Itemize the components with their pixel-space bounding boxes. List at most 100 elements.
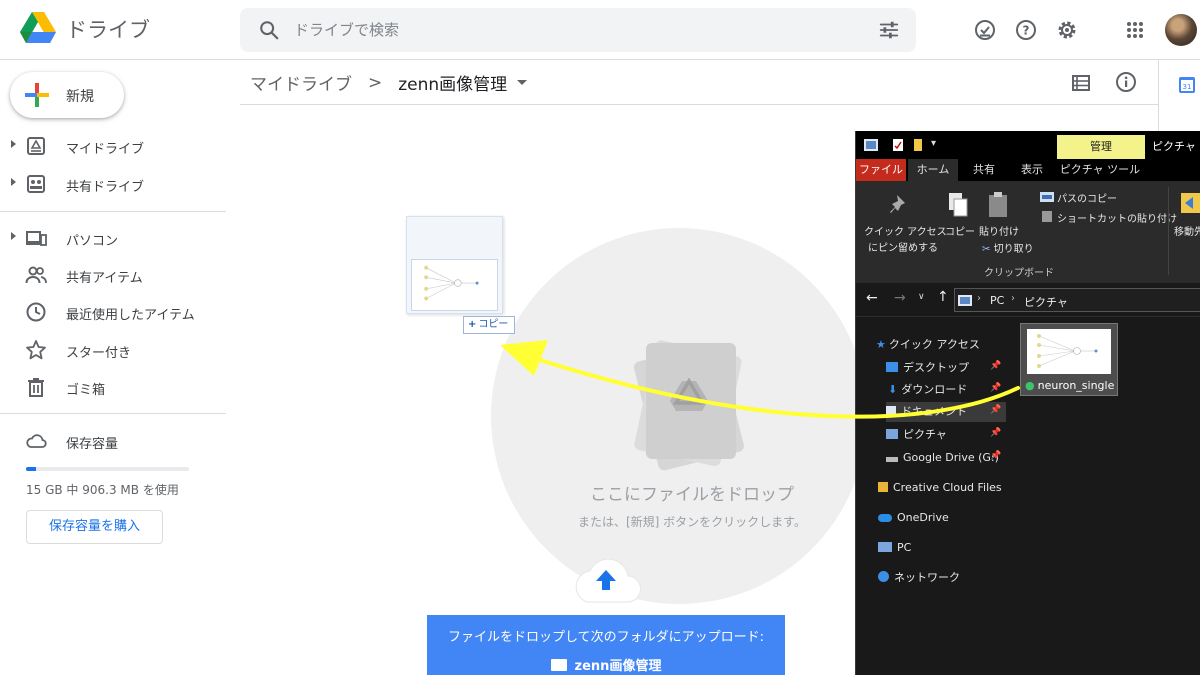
svg-text:?: ? <box>1023 24 1030 38</box>
calendar-icon[interactable]: 31 <box>1178 76 1196 94</box>
info-icon[interactable] <box>1115 71 1137 93</box>
storage-progress-bar <box>26 467 189 471</box>
forward-arrow-icon[interactable]: → <box>894 290 906 306</box>
copy-path-icon <box>1040 192 1054 202</box>
search-input[interactable] <box>294 8 854 52</box>
nav-google-drive[interactable]: Google Drive (G:) <box>886 448 999 468</box>
download-arrow-icon: ⬇ <box>888 383 898 396</box>
network-icon <box>878 571 889 582</box>
address-bar[interactable]: › PC › ピクチャ <box>954 288 1200 312</box>
ribbon-cut[interactable]: ✂ 切り取り <box>982 240 1034 255</box>
expand-arrow-icon[interactable] <box>11 178 16 186</box>
sidebar-item-storage[interactable]: 保存容量 <box>0 426 226 456</box>
list-view-icon[interactable] <box>1070 72 1092 94</box>
top-bar: ドライブ ? <box>0 0 1200 60</box>
scissors-icon: ✂ <box>982 244 991 255</box>
offline-ready-icon[interactable] <box>973 18 997 42</box>
sidebar-item-shared-with-me[interactable]: 共有アイテム <box>0 260 226 290</box>
recent-locations-dropdown-icon[interactable]: ∨ <box>918 292 925 302</box>
new-folder-icon[interactable] <box>912 138 924 152</box>
documents-icon <box>886 406 896 416</box>
ribbon-copy-label[interactable]: コピー <box>945 223 975 238</box>
account-avatar[interactable] <box>1165 14 1197 46</box>
svg-text:31: 31 <box>1183 83 1192 91</box>
buy-storage-button[interactable]: 保存容量を購入 <box>26 510 163 544</box>
sidebar-item-recent[interactable]: 最近使用したアイテム <box>0 297 226 327</box>
desktop-icon <box>886 362 898 372</box>
app-title: ドライブ <box>66 18 150 42</box>
nav-pictures[interactable]: ピクチャ <box>886 425 947 445</box>
ribbon-pin-label-2[interactable]: にピン留めする <box>868 239 938 254</box>
shared-drives-icon <box>27 175 45 193</box>
dropzone-subtitle: または、[新規] ボタンをクリックします。 <box>578 515 806 529</box>
star-icon: ★ <box>876 338 886 351</box>
search-icon[interactable] <box>258 19 280 41</box>
path-segment-pc[interactable]: PC <box>990 294 1004 307</box>
search-bar[interactable] <box>240 8 916 52</box>
nav-creative-cloud[interactable]: Creative Cloud Files <box>878 478 1002 498</box>
new-button-label: 新規 <box>66 89 94 105</box>
nav-desktop-label: デスクトップ <box>903 361 969 374</box>
paste-shortcut-icon <box>1042 211 1052 222</box>
sidebar-item-my-drive[interactable]: マイドライブ <box>0 131 226 161</box>
sidebar-item-label: 最近使用したアイテム <box>66 308 195 323</box>
nav-documents[interactable]: ドキュメント <box>886 402 1006 422</box>
nav-desktop[interactable]: デスクトップ <box>886 358 969 378</box>
copy-icon[interactable] <box>947 191 969 219</box>
sync-check-icon: ● <box>1025 379 1035 392</box>
expand-arrow-icon[interactable] <box>11 140 16 148</box>
new-button[interactable]: 新規 <box>10 72 124 118</box>
ribbon-paste-label[interactable]: 貼り付け <box>979 223 1019 238</box>
drive-logo-icon[interactable] <box>20 12 56 44</box>
breadcrumb-current[interactable]: zenn画像管理 <box>398 70 507 95</box>
nav-quick-access[interactable]: ★ クイック アクセス <box>876 335 980 355</box>
contextual-tab-manage[interactable]: 管理 <box>1057 135 1145 159</box>
sidebar-item-starred[interactable]: スター付き <box>0 335 226 365</box>
file-item-selected[interactable]: ● neuron_single <box>1020 323 1118 396</box>
properties-icon[interactable] <box>892 138 904 152</box>
sidebar-item-label: パソコン <box>66 234 119 249</box>
nav-downloads[interactable]: ⬇ ダウンロード <box>888 380 967 400</box>
tab-share[interactable]: 共有 <box>960 159 1008 181</box>
ribbon-paste-shortcut-label[interactable]: ショートカットの貼り付け <box>1057 210 1177 225</box>
folder-menu-dropdown-icon[interactable] <box>517 80 528 85</box>
breadcrumb-separator: > <box>368 72 383 93</box>
explorer-ribbon: クイック アクセス にピン留めする コピー 貼り付け ✂ 切り取り パスのコピー… <box>856 181 1200 283</box>
path-segment-pictures[interactable]: ピクチャ <box>1024 294 1068 310</box>
settings-gear-icon[interactable] <box>1055 18 1079 42</box>
nav-pc[interactable]: PC <box>878 538 911 558</box>
sidebar-item-computers[interactable]: パソコン <box>0 223 226 253</box>
tab-file[interactable]: ファイル <box>856 159 906 181</box>
expand-arrow-icon[interactable] <box>11 232 16 240</box>
paste-icon[interactable] <box>987 191 1009 219</box>
ribbon-copy-path-label[interactable]: パスのコピー <box>1057 190 1117 205</box>
apps-grid-icon[interactable] <box>1123 18 1147 42</box>
breadcrumb-root[interactable]: マイドライブ <box>250 70 352 95</box>
pin-icon[interactable] <box>889 193 911 217</box>
ribbon-move-label[interactable]: 移動先 <box>1174 223 1200 238</box>
sidebar-item-label: ゴミ箱 <box>66 383 106 398</box>
nav-onedrive[interactable]: OneDrive <box>878 508 949 528</box>
move-to-folder-icon[interactable] <box>1181 191 1200 215</box>
quick-access-toolbar-dropdown-icon[interactable]: ▾ <box>931 138 936 149</box>
nav-creative-cloud-label: Creative Cloud Files <box>893 481 1002 494</box>
ribbon-pin-label-1[interactable]: クイック アクセス <box>864 223 947 238</box>
drive-disk-icon <box>886 457 898 462</box>
tab-picture-tools[interactable]: ピクチャ ツール <box>1056 159 1144 181</box>
back-arrow-icon[interactable]: ← <box>866 290 878 306</box>
sidebar-item-shared-drives[interactable]: 共有ドライブ <box>0 169 226 199</box>
help-icon[interactable]: ? <box>1014 18 1038 42</box>
pinned-icon: 📌 <box>990 361 1002 371</box>
sidebar-item-trash[interactable]: ゴミ箱 <box>0 372 226 402</box>
trash-icon <box>28 378 44 397</box>
tab-view[interactable]: 表示 <box>1008 159 1056 181</box>
recent-clock-icon <box>26 302 46 322</box>
search-options-icon[interactable] <box>878 19 900 41</box>
nav-documents-label: ドキュメント <box>901 405 967 418</box>
explorer-window-title: ピクチャ <box>1152 140 1196 153</box>
explorer-navigation-pane: ★ クイック アクセス デスクトップ 📌 ⬇ ダウンロード 📌 ドキュメント 📌 ピ… <box>856 317 1006 675</box>
nav-network[interactable]: ネットワーク <box>878 568 960 588</box>
up-arrow-icon[interactable]: ↑ <box>937 289 949 305</box>
pictures-folder-icon <box>864 139 878 151</box>
tab-home[interactable]: ホーム <box>908 159 958 181</box>
